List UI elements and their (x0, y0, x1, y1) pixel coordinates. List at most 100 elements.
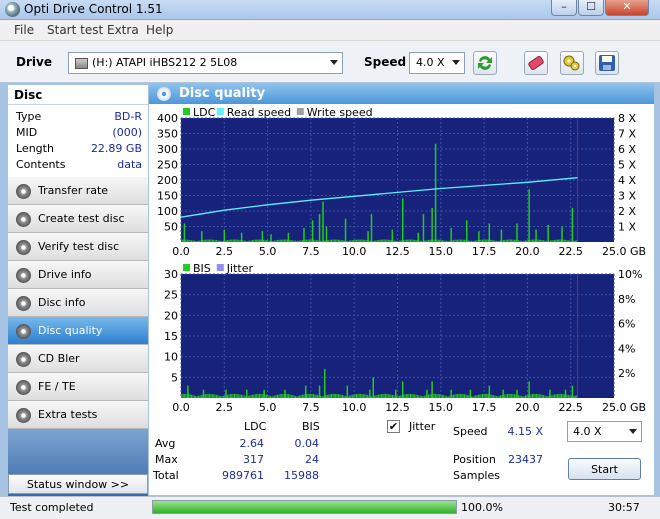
nav-drive-info[interactable]: Drive info (8, 261, 148, 289)
y-tick-label-left: 400 (157, 112, 178, 125)
nav-label: Create test disc (38, 212, 125, 225)
nav-label: Drive info (38, 268, 92, 281)
nav-label: Verify test disc (38, 240, 120, 253)
y-tick-label-left: 200 (157, 174, 178, 187)
nav-extra-tests[interactable]: Extra tests (8, 401, 148, 429)
nav-label: Disc quality (38, 324, 103, 337)
stats-avg-ldc: 2.64 (239, 437, 265, 450)
x-tick-label: 20.0 (515, 245, 540, 258)
save-button[interactable] (595, 51, 619, 75)
y-tick-label-right: 4% (618, 342, 635, 355)
disc-length-label: Length (16, 142, 54, 155)
disc-mid-value: (000) (112, 126, 142, 139)
x-tick-label: 22.5 (558, 245, 583, 258)
y-tick-label-left: 250 (157, 159, 178, 172)
nav-verify-test-disc[interactable]: Verify test disc (8, 233, 148, 261)
disc-icon (16, 296, 31, 311)
refresh-button[interactable] (473, 51, 497, 75)
toolbar: Drive (H:) ATAPI iHBS212 2 5L08 Speed 4.… (0, 41, 660, 83)
x-tick-label: 2.5 (216, 245, 234, 258)
x-tick-label: 10.0 (342, 245, 367, 258)
x-tick-label: 17.5 (472, 401, 497, 414)
nav-disc-quality[interactable]: Disc quality (8, 317, 148, 345)
maximize-button[interactable]: ☐ (578, 0, 604, 16)
legend-swatch (183, 264, 190, 271)
y-tick-label-right: 2% (618, 367, 635, 380)
progress-bar-fill (153, 501, 456, 513)
legend-label: Read speed (227, 106, 291, 119)
speed-select[interactable]: 4.0 X (409, 52, 465, 74)
close-button[interactable]: ✕ (605, 0, 649, 16)
progress-percent: 100.0% (461, 501, 503, 514)
x-tick-label: 25.0 GB (602, 401, 646, 414)
y-tick-label-right: 2 X (618, 205, 636, 218)
gears-icon (563, 55, 580, 71)
y-tick-label-left: 25 (164, 289, 178, 302)
panel-title: Disc quality (149, 83, 654, 104)
x-tick-label: 5.0 (259, 401, 277, 414)
chevron-down-icon (629, 429, 637, 434)
speed-stat-label: Speed (453, 425, 488, 438)
legend-label: LDC (193, 106, 216, 119)
test-speed-select[interactable]: 4.0 X (567, 421, 642, 442)
stats-total-label: Total (153, 469, 179, 482)
nav-fe-te[interactable]: FE / TE (8, 373, 148, 401)
status-window-button[interactable]: Status window >> (8, 474, 148, 494)
minimize-button[interactable]: – (551, 0, 577, 16)
refresh-icon (478, 56, 492, 70)
nav-create-test-disc[interactable]: Create test disc (8, 205, 148, 233)
legend-swatch (216, 264, 224, 271)
x-tick-label: 15.0 (429, 401, 454, 414)
y-tick-label-right: 10% (618, 268, 642, 281)
stats-avg-label: Avg (155, 437, 176, 450)
nav-disc-info[interactable]: Disc info (8, 289, 148, 317)
menu-extra[interactable]: Extra (107, 23, 139, 37)
app-disc-icon (5, 2, 20, 17)
drive-select[interactable]: (H:) ATAPI iHBS212 2 5L08 (68, 52, 343, 74)
x-tick-label: 7.5 (302, 401, 320, 414)
menu-bar: File Start test Extra Help (0, 20, 660, 41)
disc-mid-label: MID (16, 126, 38, 139)
disc-icon (16, 380, 31, 395)
x-tick-label: 5.0 (259, 245, 277, 258)
eraser-icon (528, 55, 544, 71)
disc-icon (16, 408, 31, 423)
disc-icon (16, 240, 31, 255)
settings-button[interactable] (560, 51, 584, 75)
jitter-checkbox[interactable]: ✔ (387, 420, 400, 433)
disc-contents-label: Contents (16, 158, 66, 171)
y-tick-label-right: 6 X (618, 143, 636, 156)
jitter-label: Jitter (409, 420, 436, 433)
status-text: Test completed (10, 501, 94, 514)
erase-button[interactable] (524, 51, 548, 75)
stats-avg-bis: 0.04 (294, 437, 320, 450)
floppy-disk-icon (599, 55, 615, 71)
speed-select-value: 4.0 X (416, 56, 445, 69)
start-button[interactable]: Start (568, 458, 641, 480)
disc-icon (16, 268, 31, 283)
x-tick-label: 0.0 (172, 245, 190, 258)
drive-icon (75, 57, 88, 69)
menu-start-test[interactable]: Start test (47, 23, 103, 37)
menu-help[interactable]: Help (146, 23, 173, 37)
nav-cd-bler[interactable]: CD Bler (8, 345, 148, 373)
disc-section-header: Disc (8, 85, 148, 105)
disc-type-label: Type (16, 110, 42, 123)
chevron-down-icon (330, 60, 338, 65)
nav-label: Transfer rate (38, 184, 109, 197)
stats-max-label: Max (155, 453, 178, 466)
progress-bar (152, 500, 457, 514)
y-tick-label-right: 8 X (618, 112, 636, 125)
menu-file[interactable]: File (14, 23, 34, 37)
y-tick-label-left: 100 (157, 205, 178, 218)
y-tick-label-left: 20 (164, 309, 178, 322)
nav-transfer-rate[interactable]: Transfer rate (8, 177, 148, 205)
disc-icon (16, 184, 31, 199)
stats-ldc-header: LDC (244, 420, 267, 433)
y-tick-label-left: 10 (164, 351, 178, 364)
legend-swatch (216, 108, 224, 115)
y-tick-label-right: 8% (618, 293, 635, 306)
disc-icon (16, 324, 31, 339)
y-tick-label-left: 150 (157, 190, 178, 203)
x-tick-label: 10.0 (342, 401, 367, 414)
